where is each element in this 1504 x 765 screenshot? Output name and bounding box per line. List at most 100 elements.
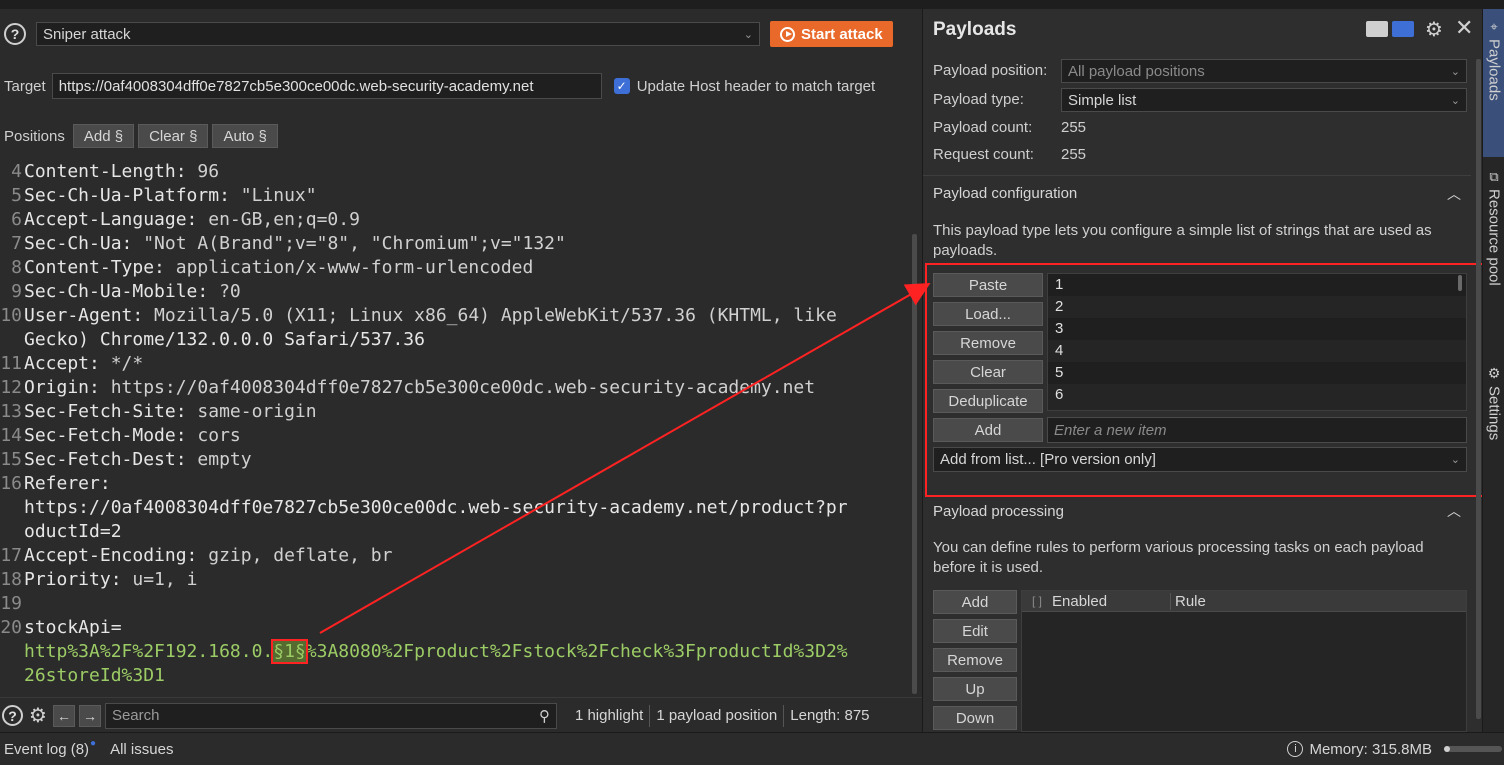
line-number: 18 <box>0 569 22 590</box>
line-content: Referer: <box>24 472 111 496</box>
settings-gear-icon[interactable]: ⚙ <box>1425 17 1443 42</box>
line-content: Accept-Encoding: gzip, deflate, br <box>24 544 392 568</box>
start-attack-button[interactable]: Start attack <box>770 21 893 47</box>
resource-pool-icon: ⧉ <box>1489 169 1499 184</box>
payload-processing-title: Payload processing <box>933 502 1064 520</box>
header-name: Sec-Ch-Ua: <box>24 233 133 254</box>
editor-scrollbar[interactable] <box>912 234 917 694</box>
line-number <box>0 520 24 544</box>
update-host-checkbox[interactable]: ✓ <box>613 78 630 94</box>
header-name: User-Agent: <box>24 305 144 326</box>
payloads-pane: Payloads ⚙ ✕ Payload position: All paylo… <box>922 9 1491 732</box>
payloads-title: Payloads <box>933 19 1017 40</box>
editor-line: 4 Content-Length: 96 <box>0 160 918 184</box>
request-count-label: Request count: <box>933 146 1034 163</box>
header-name: Gecko) Chrome/132.0.0.0 Safari/537.36 <box>24 329 425 350</box>
payload-count-value: 255 <box>1061 119 1087 136</box>
line-content: Content-Type: application/x-www-form-url… <box>24 256 533 280</box>
body-continuation: 26storeId%3D1 <box>24 665 165 686</box>
editor-line: 7 Sec-Ch-Ua: "Not A(Brand";v="8", "Chromi… <box>0 232 918 256</box>
editor-line: 20 stockApi= <box>0 616 918 640</box>
enabled-column-header[interactable]: Enabled <box>1052 593 1170 610</box>
payload-position-select[interactable]: All payload positions ⌄ <box>1061 59 1467 83</box>
line-content: Sec-Ch-Ua: "Not A(Brand";v="8", "Chromiu… <box>24 232 566 256</box>
line-number: 6 <box>11 209 22 230</box>
payload-type-value: Simple list <box>1068 91 1137 109</box>
request-editor[interactable]: 4 Content-Length: 96 5 Sec-Ch-Ua-Platform: … <box>0 160 918 690</box>
payloads-tab-icon: ⌖ <box>1490 19 1498 34</box>
line-number: 7 <box>11 233 22 254</box>
attack-type-select[interactable]: Sniper attack ⌄ <box>36 22 760 46</box>
help-icon[interactable]: ? <box>2 705 23 726</box>
target-url-value: https://0af4008304dff0e7827cb5e300ce00dc… <box>58 77 534 95</box>
processing-rules-table[interactable]: [ ] Enabled Rule <box>1021 590 1467 732</box>
play-icon <box>780 26 795 42</box>
request-length: Length: 875 <box>790 707 870 724</box>
header-value: ?0 <box>208 281 241 302</box>
add-marker-button[interactable]: Add § <box>72 124 135 148</box>
gear-icon[interactable]: ⚙ <box>29 703 47 728</box>
edit-rule-button[interactable]: Edit <box>933 619 1017 643</box>
header-value: Mozilla/5.0 (X11; Linux x86_64) AppleWeb… <box>143 305 837 326</box>
line-content: Accept: */* <box>24 352 143 376</box>
separator <box>783 704 785 727</box>
all-issues-link[interactable]: All issues <box>110 741 173 758</box>
search-icon[interactable]: ⚲ <box>539 707 550 725</box>
line-number: 14 <box>0 425 22 446</box>
start-attack-label: Start attack <box>801 25 883 43</box>
line-number: 13 <box>0 401 22 422</box>
payload-processing-description: You can define rules to perform various … <box>933 539 1424 576</box>
search-placeholder: Search <box>111 707 160 724</box>
body-after: %3A8080%2Fproduct%2Fstock%2Fcheck%3Fprod… <box>305 641 848 662</box>
header-name: Content-Length: <box>24 161 187 182</box>
panel-scrollbar[interactable] <box>1476 59 1481 719</box>
tab-resource-pool-label: Resource pool <box>1485 189 1503 286</box>
collapse-icon[interactable]: ︿ <box>1447 184 1461 204</box>
chevron-down-icon: ⌄ <box>1450 65 1460 78</box>
attack-type-value: Sniper attack <box>43 25 131 43</box>
payload-configuration-header[interactable]: Payload configuration ︿ <box>923 175 1471 211</box>
layout-horizontal-icon[interactable] <box>1366 21 1388 37</box>
tab-resource-pool[interactable]: ⧉ Resource pool <box>1483 161 1504 351</box>
side-tab-strip: ⌖ Payloads ⧉ Resource pool ⚙ Settings <box>1482 9 1504 732</box>
line-number: 8 <box>11 257 22 278</box>
header-name: Sec-Ch-Ua-Platform: <box>24 185 230 206</box>
tab-payloads[interactable]: ⌖ Payloads <box>1483 9 1504 157</box>
tab-settings[interactable]: ⚙ Settings <box>1483 361 1504 481</box>
editor-line: Gecko) Chrome/132.0.0.0 Safari/537.36 <box>0 328 918 352</box>
payload-marker[interactable]: §1§ <box>271 639 308 664</box>
add-rule-button[interactable]: Add <box>933 590 1017 614</box>
line-content: oductId=2 <box>24 520 122 544</box>
remove-rule-button[interactable]: Remove <box>933 648 1017 672</box>
payload-processing-header[interactable]: Payload processing ︿ <box>923 493 1471 529</box>
table-header: [ ] Enabled Rule <box>1022 591 1466 612</box>
target-url-input[interactable]: https://0af4008304dff0e7827cb5e300ce00dc… <box>51 73 602 99</box>
header-value: "Not A(Brand";v="8", "Chromium";v="132" <box>132 233 566 254</box>
line-content: Sec-Fetch-Site: same-origin <box>24 400 317 424</box>
editor-line: 26storeId%3D1 <box>0 664 918 688</box>
event-log-link[interactable]: Event log (8) <box>4 741 89 758</box>
collapse-icon[interactable]: ︿ <box>1447 501 1461 521</box>
help-icon[interactable]: ? <box>4 23 26 45</box>
clear-markers-button[interactable]: Clear § <box>138 124 209 148</box>
layout-toggle[interactable] <box>1366 21 1414 37</box>
layout-vertical-icon[interactable] <box>1392 21 1414 37</box>
payload-type-label: Payload type: <box>933 91 1024 108</box>
search-input[interactable]: Search ⚲ <box>104 702 557 729</box>
payload-type-select[interactable]: Simple list ⌄ <box>1061 88 1467 112</box>
auto-markers-button[interactable]: Auto § <box>212 124 278 148</box>
editor-line: http%3A%2F%2F192.168.0.§1§%3A8080%2Fprod… <box>0 639 918 664</box>
status-bar: Event log (8) ● All issues i Memory: 315… <box>0 732 1504 765</box>
move-down-button[interactable]: Down <box>933 706 1017 730</box>
next-arrow-icon[interactable]: → <box>78 704 101 727</box>
header-name: Accept-Encoding: <box>24 545 198 566</box>
move-up-button[interactable]: Up <box>933 677 1017 701</box>
rule-column-header[interactable]: Rule <box>1170 592 1206 610</box>
close-icon[interactable]: ✕ <box>1455 15 1473 41</box>
editor-line: 6 Accept-Language: en-GB,en;q=0.9 <box>0 208 918 232</box>
editor-line: 16 Referer: <box>0 472 918 496</box>
previous-arrow-icon[interactable]: ← <box>52 704 75 727</box>
request-count-value: 255 <box>1061 146 1087 163</box>
highlight-count: 1 highlight <box>574 707 644 724</box>
header-value: u=1, i <box>121 569 198 590</box>
